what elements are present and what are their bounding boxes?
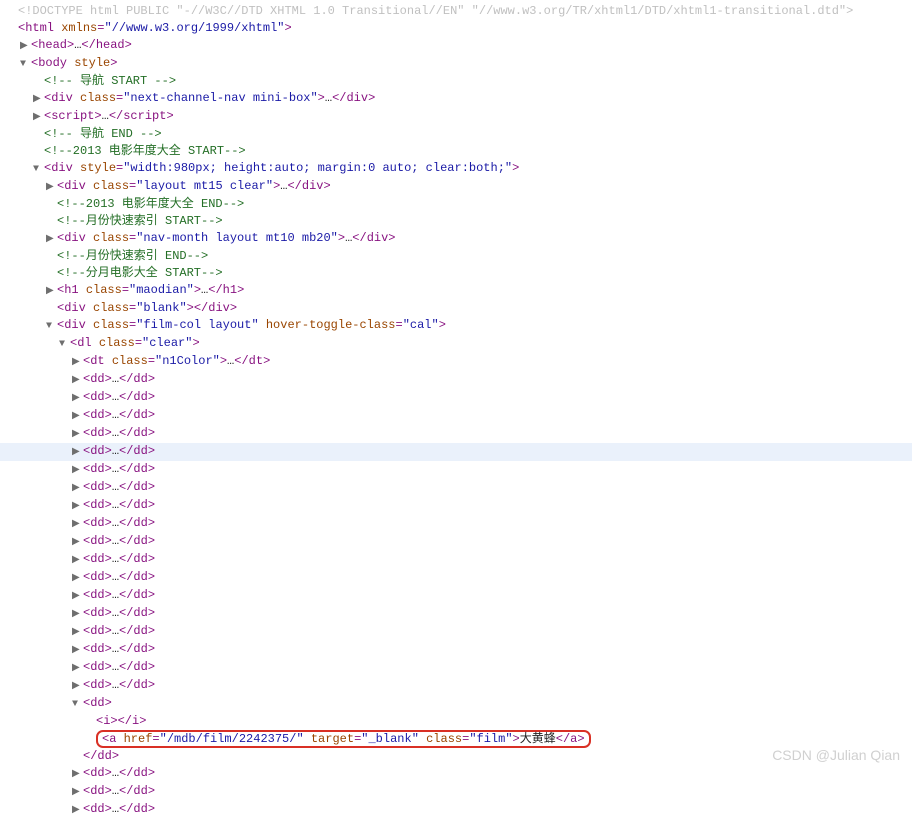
div-nav-collapsed[interactable]: <div class="next-channel-nav mini-box"><… [0,90,912,108]
dd-collapsed[interactable]: <dd></dd> [0,659,912,677]
expand-arrow[interactable] [72,426,83,443]
expand-arrow[interactable] [72,552,83,569]
div-nav-month[interactable]: <div class="nav-month layout mt10 mb20">… [0,230,912,248]
dd-collapsed[interactable]: <dd></dd> [0,407,912,425]
div-filmcol-open[interactable]: <div class="film-col layout" hover-toggl… [0,317,912,335]
dd-expanded-close: </dd> [0,748,912,765]
expand-arrow[interactable] [20,38,31,55]
expand-arrow[interactable] [72,408,83,425]
dd-collapsed[interactable]: <dd></dd> [0,533,912,551]
anchor-line[interactable]: <a href="/mdb/film/2242375/" target="_bl… [0,730,912,748]
dd-expanded-open[interactable]: <dd> [0,695,912,713]
dd-collapsed[interactable]: <dd></dd> [0,443,912,461]
dd-collapsed[interactable]: <dd></dd> [0,801,912,819]
dd-collapsed[interactable]: <dd></dd> [0,765,912,783]
expand-arrow[interactable] [46,179,57,196]
expand-arrow[interactable] [46,318,57,335]
comment-2013-end: <!--2013 电影年度大全 END--> [0,196,912,213]
dd-collapsed[interactable]: <dd></dd> [0,623,912,641]
expand-arrow[interactable] [72,624,83,641]
expand-arrow[interactable] [33,91,44,108]
expand-arrow[interactable] [72,802,83,819]
expand-arrow[interactable] [72,766,83,783]
body-open[interactable]: <body style> [0,55,912,73]
expand-arrow[interactable] [72,696,83,713]
dt-n1color[interactable]: <dt class="n1Color"></dt> [0,353,912,371]
doctype-line: <!DOCTYPE html PUBLIC "-//W3C//DTD XHTML… [0,3,912,20]
div-layout-mt15[interactable]: <div class="layout mt15 clear"></div> [0,178,912,196]
dd-collapsed[interactable]: <dd></dd> [0,371,912,389]
dd-collapsed[interactable]: <dd></dd> [0,641,912,659]
expand-arrow[interactable] [72,678,83,695]
expand-arrow[interactable] [72,498,83,515]
comment-monthidx-start: <!--月份快速索引 START--> [0,213,912,230]
dd-collapsed[interactable]: <dd></dd> [0,551,912,569]
expand-arrow[interactable] [72,372,83,389]
expand-arrow[interactable] [59,336,70,353]
dd-collapsed[interactable]: <dd></dd> [0,677,912,695]
dl-clear-open[interactable]: <dl class="clear"> [0,335,912,353]
highlighted-anchor[interactable]: <a href="/mdb/film/2242375/" target="_bl… [96,730,591,748]
html-open: <html xmlns="//www.w3.org/1999/xhtml"> [0,20,912,37]
expand-arrow[interactable] [33,161,44,178]
dd-collapsed[interactable]: <dd></dd> [0,389,912,407]
expand-arrow[interactable] [72,606,83,623]
expand-arrow[interactable] [33,109,44,126]
expand-arrow[interactable] [46,283,57,300]
expand-arrow[interactable] [20,56,31,73]
dd-collapsed[interactable]: <dd></dd> [0,515,912,533]
div-blank: <div class="blank"></div> [0,300,912,317]
div-980-open[interactable]: <div style="width:980px; height:auto; ma… [0,160,912,178]
expand-arrow[interactable] [72,516,83,533]
expand-arrow[interactable] [72,784,83,801]
dd-collapsed[interactable]: <dd></dd> [0,569,912,587]
h1-maodian[interactable]: <h1 class="maodian"></h1> [0,282,912,300]
comment-nav-start: <!-- 导航 START --> [0,73,912,90]
dd-collapsed[interactable]: <dd></dd> [0,461,912,479]
comment-monthidx-end: <!--月份快速索引 END--> [0,248,912,265]
expand-arrow[interactable] [72,444,83,461]
script-collapsed[interactable]: <script></script> [0,108,912,126]
dd-collapsed[interactable]: <dd></dd> [0,783,912,801]
comment-2013-start: <!--2013 电影年度大全 START--> [0,143,912,160]
expand-arrow[interactable] [72,462,83,479]
comment-monthfilm-start: <!--分月电影大全 START--> [0,265,912,282]
dd-collapsed[interactable]: <dd></dd> [0,605,912,623]
comment-nav-end: <!-- 导航 END --> [0,126,912,143]
dd-collapsed[interactable]: <dd></dd> [0,479,912,497]
expand-arrow[interactable] [46,231,57,248]
expand-arrow[interactable] [72,480,83,497]
expand-arrow[interactable] [72,390,83,407]
expand-arrow[interactable] [72,354,83,371]
expand-arrow[interactable] [72,642,83,659]
dd-collapsed[interactable]: <dd></dd> [0,425,912,443]
expand-arrow[interactable] [72,588,83,605]
dd-collapsed[interactable]: <dd></dd> [0,497,912,515]
expand-arrow[interactable] [72,534,83,551]
expand-arrow[interactable] [72,660,83,677]
i-empty: <i></i> [0,713,912,730]
expand-arrow[interactable] [72,570,83,587]
head-collapsed[interactable]: <head></head> [0,37,912,55]
dd-collapsed[interactable]: <dd></dd> [0,587,912,605]
